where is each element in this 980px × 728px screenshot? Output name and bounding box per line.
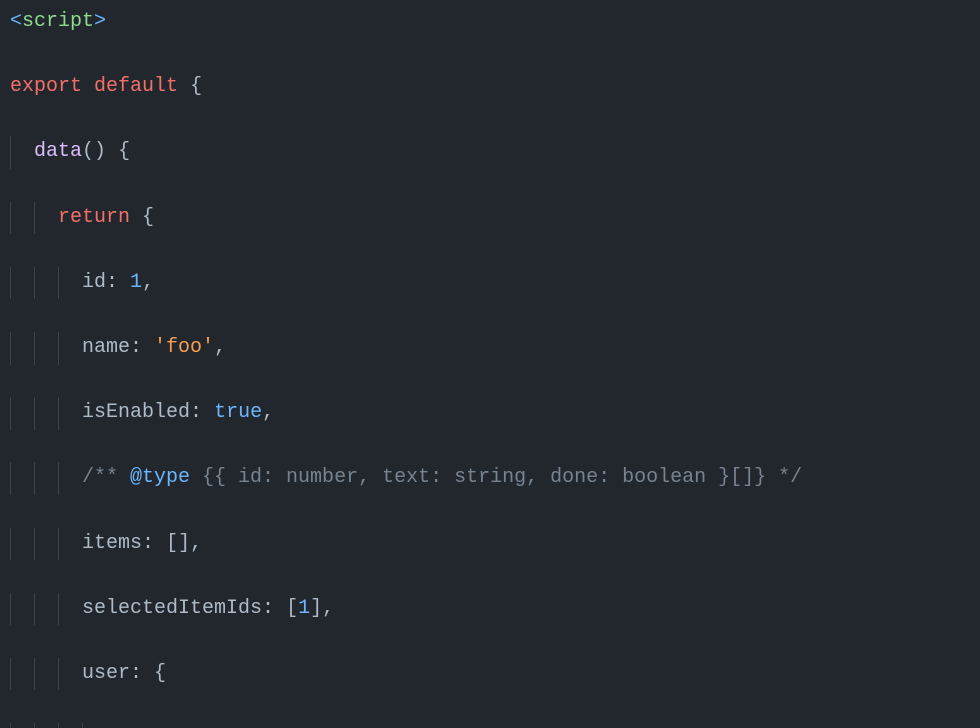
indent-guide	[34, 202, 58, 235]
space	[82, 75, 94, 98]
type-suf: }[]}	[706, 466, 766, 489]
type-body: id: number, text: string, done: boolean	[238, 466, 706, 489]
indent-guide	[34, 658, 58, 691]
space	[154, 532, 166, 555]
string-foo: 'foo'	[154, 336, 214, 359]
indent-guide	[82, 723, 106, 728]
bracket-close: ]	[310, 597, 322, 620]
method-name: data	[34, 140, 82, 163]
code-line: export default {	[10, 71, 970, 104]
tag-open-lt: <	[10, 10, 22, 33]
space	[118, 271, 130, 294]
brace-open: {	[190, 75, 202, 98]
code-line: items: [],	[10, 528, 970, 561]
indent-guide	[10, 136, 34, 169]
indent-guide	[34, 397, 58, 430]
indent-guide	[58, 723, 82, 728]
space	[106, 140, 118, 163]
space	[142, 662, 154, 685]
indent-guide	[34, 593, 58, 626]
code-line: return {	[10, 202, 970, 235]
colon: :	[130, 662, 142, 685]
indent-guide	[34, 267, 58, 300]
comma: ,	[190, 532, 202, 555]
property-isEnabled: isEnabled	[82, 401, 190, 424]
comment-open: /**	[82, 466, 130, 489]
bracket-close: ]	[178, 532, 190, 555]
indent-guide	[58, 528, 82, 561]
number-1: 1	[298, 597, 310, 620]
code-block: <script> export default { data() { retur…	[0, 0, 980, 728]
indent-guide	[34, 723, 58, 728]
indent-guide	[10, 332, 34, 365]
space	[142, 336, 154, 359]
keyword-default: default	[94, 75, 178, 98]
colon: :	[130, 336, 142, 359]
type-pre: {{	[190, 466, 238, 489]
indent-guide	[10, 528, 34, 561]
comment-close: */	[766, 466, 802, 489]
brace-open: {	[142, 206, 154, 229]
code-line: name: 'foo',	[10, 332, 970, 365]
property-name: name	[82, 336, 130, 359]
space	[202, 401, 214, 424]
indent-guide	[10, 267, 34, 300]
code-line: <script>	[10, 6, 970, 39]
paren-open: (	[82, 140, 94, 163]
code-line: selectedItemIds: [1],	[10, 593, 970, 626]
indent-guide	[58, 267, 82, 300]
space	[130, 206, 142, 229]
bracket-open: [	[286, 597, 298, 620]
indent-guide	[34, 528, 58, 561]
indent-guide	[10, 593, 34, 626]
indent-guide	[58, 462, 82, 495]
comma: ,	[142, 271, 154, 294]
indent-guide	[10, 723, 34, 728]
tag-name: script	[22, 10, 94, 33]
boolean-true: true	[214, 401, 262, 424]
colon: :	[142, 532, 154, 555]
comma: ,	[322, 597, 334, 620]
indent-guide	[10, 397, 34, 430]
indent-guide	[58, 658, 82, 691]
comma: ,	[214, 336, 226, 359]
comma: ,	[262, 401, 274, 424]
number-1: 1	[130, 271, 142, 294]
code-line: data() {	[10, 136, 970, 169]
code-line: id: 1,	[10, 267, 970, 300]
indent-guide	[34, 332, 58, 365]
code-line: id: 1,	[10, 723, 970, 728]
code-line: isEnabled: true,	[10, 397, 970, 430]
property-items: items	[82, 532, 142, 555]
colon: :	[106, 271, 118, 294]
indent-guide	[10, 462, 34, 495]
paren-close: )	[94, 140, 106, 163]
bracket-open: [	[166, 532, 178, 555]
indent-guide	[58, 397, 82, 430]
brace-open: {	[118, 140, 130, 163]
code-line: /** @type {{ id: number, text: string, d…	[10, 462, 970, 495]
indent-guide	[10, 202, 34, 235]
indent-guide	[58, 332, 82, 365]
space	[178, 75, 190, 98]
space	[274, 597, 286, 620]
keyword-export: export	[10, 75, 82, 98]
indent-guide	[58, 593, 82, 626]
keyword-return: return	[58, 206, 130, 229]
colon: :	[262, 597, 274, 620]
code-line: user: {	[10, 658, 970, 691]
indent-guide	[10, 658, 34, 691]
property-selectedItemIds: selectedItemIds	[82, 597, 262, 620]
property-user: user	[82, 662, 130, 685]
jsdoc-tag: @type	[130, 466, 190, 489]
brace-open: {	[154, 662, 166, 685]
property-id: id	[82, 271, 106, 294]
colon: :	[190, 401, 202, 424]
indent-guide	[34, 462, 58, 495]
tag-open-gt: >	[94, 10, 106, 33]
